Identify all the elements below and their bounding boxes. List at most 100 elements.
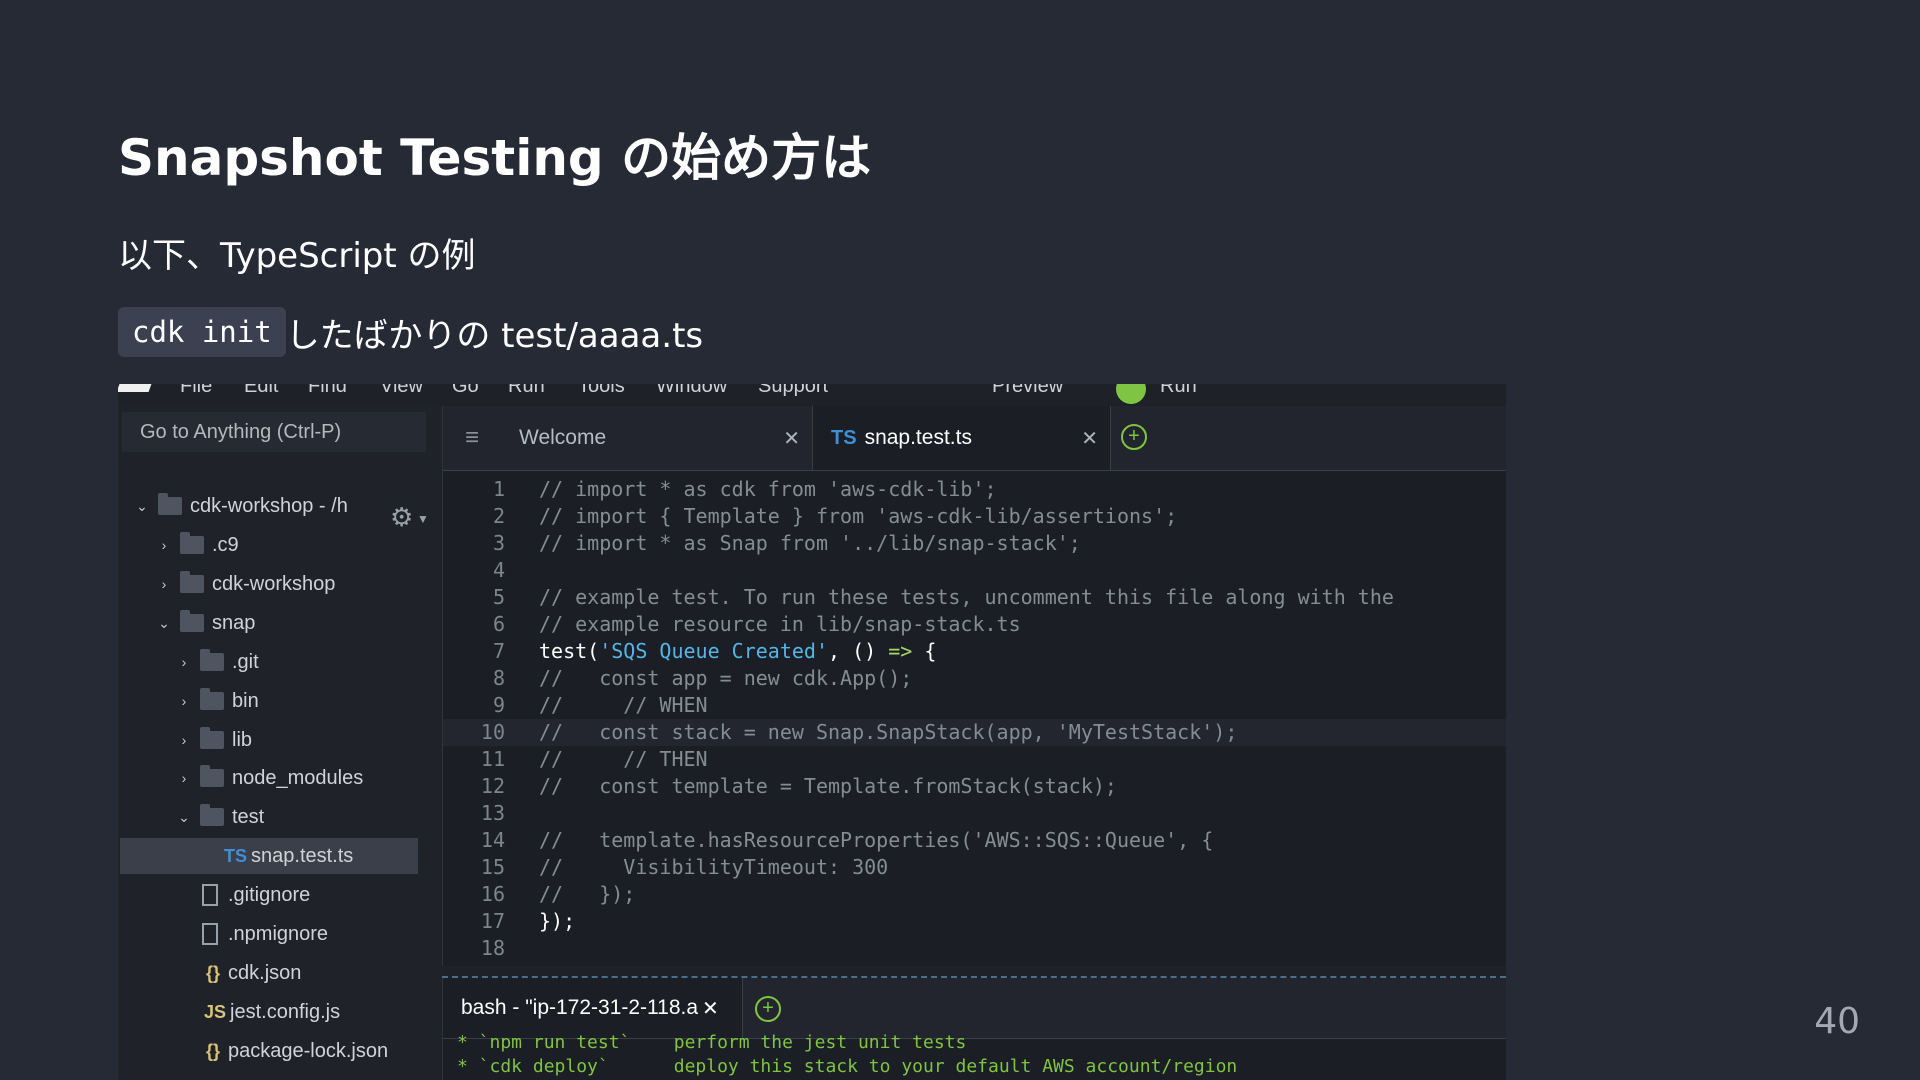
tree-item-snap[interactable]: ⌄ snap <box>154 605 255 641</box>
code-line[interactable]: 11 // // THEN <box>443 746 1506 773</box>
tab-snap-test-ts[interactable]: TS snap.test.ts ✕ <box>813 406 1111 470</box>
chevron-down-icon[interactable]: ⌄ <box>154 615 174 632</box>
code-editor[interactable]: 1 // import * as cdk from 'aws-cdk-lib'; 2… <box>443 470 1506 966</box>
menu-preview[interactable]: Preview <box>992 384 1063 398</box>
slide-line-cdk-init: cdk init したばかりの test/aaaa.ts <box>118 306 703 358</box>
goto-anything-input[interactable]: Go to Anything (Ctrl-P) <box>122 412 426 452</box>
code-line[interactable]: 17}); <box>443 908 1506 935</box>
chevron-right-icon[interactable]: › <box>174 654 194 670</box>
menu-run[interactable]: Run <box>508 384 545 398</box>
code-line[interactable]: 7 test('SQS Queue Created', () => { <box>443 638 1506 665</box>
code-token: }); <box>539 909 576 933</box>
tree-item-label: node_modules <box>232 766 364 789</box>
code-line[interactable]: 4 <box>443 557 1506 584</box>
tree-item-node-modules[interactable]: › node_modules <box>174 760 363 796</box>
chevron-down-icon[interactable]: ⌄ <box>174 809 194 826</box>
tree-item-label: snap.test.ts <box>251 844 354 867</box>
add-terminal-icon[interactable]: + <box>755 996 781 1022</box>
menu-file[interactable]: File <box>180 384 212 398</box>
code-line[interactable]: 18 <box>443 935 1506 962</box>
menu-support[interactable]: Support <box>758 384 828 398</box>
code-line[interactable]: 3 // import * as Snap from '../lib/snap-s… <box>443 530 1506 557</box>
code-token: // import * as cdk from 'aws-cdk-lib'; <box>539 477 997 501</box>
chevron-right-icon[interactable]: › <box>174 693 194 709</box>
code-text: // const app = new cdk.App(); <box>539 665 912 692</box>
json-file-icon: {} <box>206 962 221 983</box>
code-text: // // WHEN <box>539 692 708 719</box>
chevron-right-icon[interactable]: › <box>154 537 174 553</box>
run-button[interactable]: Run <box>1160 384 1197 398</box>
chevron-down-icon[interactable]: ⌄ <box>132 498 152 515</box>
close-icon[interactable]: ✕ <box>783 426 800 451</box>
code-line[interactable]: 12 // const template = Template.fromStack… <box>443 773 1506 800</box>
folder-icon <box>158 493 182 515</box>
code-line[interactable]: 9 // // WHEN <box>443 692 1506 719</box>
tab-bash[interactable]: bash - "ip-172-31-2-118.a ✕ <box>443 978 743 1038</box>
code-token: // const stack = new Snap.SnapStack(app,… <box>539 720 1238 744</box>
tree-item-cdk-json[interactable]: {} cdk.json <box>206 955 301 991</box>
tree-item-label: package-lock.json <box>228 1039 389 1062</box>
tree-item-package-lock[interactable]: {} package-lock.json <box>206 1033 388 1069</box>
tree-item-npmignore[interactable]: .npmignore <box>202 916 328 952</box>
code-token: // VisibilityTimeout: 300 <box>539 855 889 879</box>
chevron-right-icon[interactable]: › <box>174 770 194 786</box>
code-line[interactable]: 14 // template.hasResourceProperties('AWS… <box>443 827 1506 854</box>
tree-item-snap-test-ts[interactable]: TS snap.test.ts <box>120 838 418 874</box>
menu-view[interactable]: View <box>380 384 423 398</box>
close-icon[interactable]: ✕ <box>702 996 719 1021</box>
code-text: // example resource in lib/snap-stack.ts <box>539 611 1021 638</box>
code-line[interactable]: 6 // example resource in lib/snap-stack.t… <box>443 611 1506 638</box>
line-number: 9 <box>492 693 505 717</box>
tab-welcome[interactable]: Welcome ✕ <box>497 406 813 470</box>
code-line[interactable]: 10 // const stack = new Snap.SnapStack(ap… <box>443 719 1506 746</box>
tree-item-label: bin <box>232 689 259 712</box>
menu-window[interactable]: Window <box>656 384 727 398</box>
tree-item-jest-config[interactable]: JS jest.config.js <box>204 994 340 1030</box>
menu-edit[interactable]: Edit <box>244 384 278 398</box>
line-number: 16 <box>480 882 505 906</box>
tree-item-label: jest.config.js <box>230 1000 341 1023</box>
code-token: // template.hasResourceProperties('AWS::… <box>539 828 1214 852</box>
code-line[interactable]: 5 // example test. To run these tests, un… <box>443 584 1506 611</box>
tree-item-lib[interactable]: › lib <box>174 722 252 758</box>
gear-icon[interactable]: ⚙ <box>390 502 413 533</box>
folder-icon <box>200 765 224 787</box>
close-icon[interactable]: ✕ <box>1081 426 1098 451</box>
chevron-right-icon[interactable]: › <box>154 576 174 592</box>
tree-item-test[interactable]: ⌄ test <box>174 799 264 835</box>
menu-go[interactable]: Go <box>452 384 479 398</box>
code-line[interactable]: 13 <box>443 800 1506 827</box>
tree-item-label: cdk-workshop - /h <box>190 494 348 517</box>
code-token: // example test. To run these tests, unc… <box>539 585 1394 609</box>
tree-item-git[interactable]: › .git <box>174 644 259 680</box>
add-tab-icon[interactable]: + <box>1121 424 1147 450</box>
tree-item-label: cdk.json <box>228 961 302 984</box>
code-line[interactable]: 2 // import { Template } from 'aws-cdk-li… <box>443 503 1506 530</box>
menu-find[interactable]: Find <box>308 384 347 398</box>
code-line[interactable]: 8 // const app = new cdk.App(); <box>443 665 1506 692</box>
line-number: 3 <box>492 531 505 555</box>
code-text: // VisibilityTimeout: 300 <box>539 854 888 881</box>
code-line[interactable]: 15 // VisibilityTimeout: 300 <box>443 854 1506 881</box>
line-number: 17 <box>480 909 505 933</box>
code-line[interactable]: 16 // }); <box>443 881 1506 908</box>
line-number: 1 <box>492 477 505 501</box>
tree-item-cdk-workshop[interactable]: › cdk-workshop <box>154 566 335 602</box>
line-number: 8 <box>492 666 505 690</box>
tree-item-label: .c9 <box>212 533 239 556</box>
menu-tools[interactable]: Tools <box>578 384 625 398</box>
tree-item-c9[interactable]: › .c9 <box>154 527 239 563</box>
menu-icon[interactable]: ≡ <box>465 424 479 452</box>
folder-icon <box>200 649 224 671</box>
tree-item-gitignore[interactable]: .gitignore <box>202 877 310 913</box>
line-number: 12 <box>480 774 505 798</box>
tab-label: bash - "ip-172-31-2-118.a <box>461 996 699 1019</box>
tree-item-label: cdk-workshop <box>212 572 336 595</box>
run-icon[interactable] <box>1116 384 1146 404</box>
chevron-down-icon[interactable]: ▼ <box>417 512 429 526</box>
tree-item-bin[interactable]: › bin <box>174 683 259 719</box>
chevron-right-icon[interactable]: › <box>174 732 194 748</box>
document-file-icon <box>202 884 218 906</box>
tree-item-root[interactable]: ⌄ cdk-workshop - /h <box>132 488 348 524</box>
code-line[interactable]: 1 // import * as cdk from 'aws-cdk-lib'; <box>443 476 1506 503</box>
